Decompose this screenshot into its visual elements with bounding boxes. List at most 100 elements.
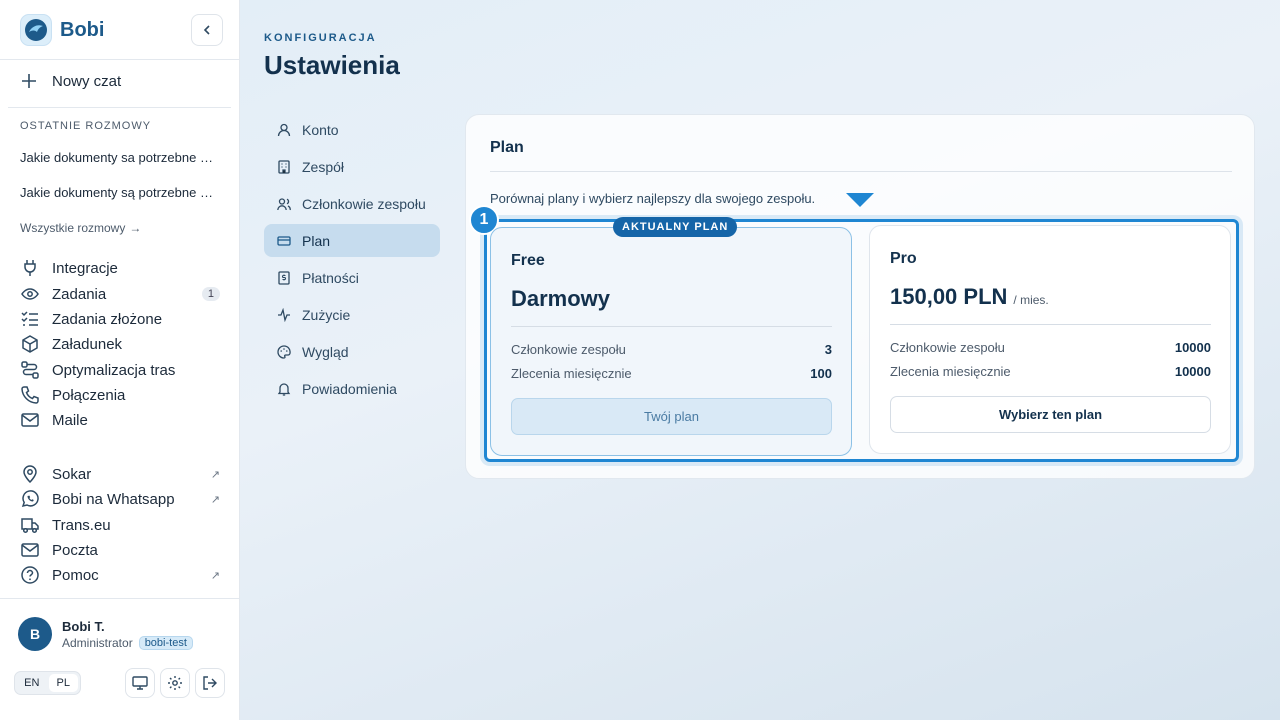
- sidebar-item-label: Pomoc: [52, 566, 99, 584]
- sidebar-item-maile[interactable]: Maile: [20, 409, 220, 431]
- settings-tab-plan[interactable]: Plan: [264, 224, 440, 257]
- eye-icon: [20, 284, 40, 304]
- display-button[interactable]: [125, 668, 155, 698]
- chevron-left-icon: [203, 25, 210, 35]
- price-value: Darmowy: [511, 286, 611, 311]
- arrow-right-icon: →: [129, 221, 142, 235]
- plan-feature-row: Zlecenia miesięcznie 10000: [890, 364, 1211, 379]
- settings-tab-label: Członkowie zespołu: [302, 195, 426, 212]
- divider: [0, 59, 239, 60]
- current-plan-badge: AKTUALNY PLAN: [613, 217, 738, 237]
- feature-value: 10000: [1174, 340, 1211, 355]
- your-plan-button[interactable]: Twój plan: [511, 398, 832, 435]
- settings-tab-wyglad[interactable]: Wygląd: [264, 335, 440, 368]
- palette-icon: [276, 344, 292, 360]
- lang-pl-button[interactable]: PL: [48, 674, 78, 692]
- brand[interactable]: Bobi: [20, 14, 104, 46]
- sidebar-item-polaczenia[interactable]: Połączenia: [20, 384, 220, 406]
- help-icon: [20, 565, 40, 585]
- plan-card-free: AKTUALNY PLAN Free Darmowy Członkowie ze…: [490, 217, 852, 456]
- sidebar-item-label: Bobi na Whatsapp: [52, 490, 175, 508]
- phone-icon: [20, 385, 40, 405]
- feature-value: 100: [810, 366, 832, 381]
- plus-icon: [22, 74, 36, 88]
- settings-tab-platnosci[interactable]: Płatności: [264, 261, 440, 294]
- caret-down-icon: [846, 193, 874, 207]
- recent-chat-item[interactable]: Jakie dokumenty sa potrzebne do przewozu…: [20, 150, 220, 165]
- mail-icon: [20, 540, 40, 560]
- sidebar-item-label: Sokar: [52, 465, 92, 483]
- feature-label: Zlecenia miesięcznie: [890, 364, 1011, 379]
- sidebar-item-label: Połączenia: [52, 386, 126, 404]
- settings-tab-konto[interactable]: Konto: [264, 113, 440, 146]
- settings-tab-powiadomienia[interactable]: Powiadomienia: [264, 372, 440, 405]
- settings-tab-label: Powiadomienia: [302, 380, 397, 397]
- divider: [0, 598, 239, 599]
- sidebar-item-poczta[interactable]: Poczta: [20, 539, 220, 561]
- sidebar-item-label: Zadania złożone: [52, 310, 163, 328]
- plan-price: Darmowy: [511, 286, 610, 312]
- logout-icon: [203, 676, 217, 690]
- truck-icon: [20, 515, 40, 535]
- settings-tab-zespol[interactable]: Zespół: [264, 150, 440, 183]
- sidebar-item-label: Optymalizacja tras: [52, 361, 176, 379]
- settings-tab-label: Zespół: [302, 158, 345, 175]
- sidebar-item-zaladunek[interactable]: Załadunek: [20, 333, 220, 355]
- new-chat-button[interactable]: Nowy czat: [20, 72, 121, 90]
- feature-label: Członkowie zespołu: [890, 340, 1005, 355]
- all-chats-link[interactable]: Wszystkie rozmowy →: [20, 221, 141, 235]
- settings-button[interactable]: [160, 668, 190, 698]
- price-value: 150,00 PLN: [890, 284, 1008, 309]
- logout-button[interactable]: [195, 668, 225, 698]
- user-name: Bobi T.: [62, 618, 105, 634]
- user-role: Administrator: [62, 635, 133, 650]
- sidebar-item-zadania-zlozone[interactable]: Zadania złożone: [20, 308, 220, 330]
- monitor-icon: [132, 676, 148, 690]
- sidebar-item-whatsapp[interactable]: Bobi na Whatsapp ↗: [20, 488, 220, 510]
- settings-tab-zuzycie[interactable]: Zużycie: [264, 298, 440, 331]
- receipt-icon: [276, 270, 292, 286]
- user-profile[interactable]: B Bobi T. Administrator bobi-test: [18, 617, 193, 651]
- page-eyebrow: KONFIGURACJA: [264, 32, 377, 44]
- sidebar-item-zadania[interactable]: Zadania 1: [20, 283, 220, 305]
- settings-tab-label: Plan: [302, 232, 331, 249]
- plan-name: Pro: [890, 250, 917, 267]
- language-switcher: EN PL: [14, 671, 81, 695]
- feature-label: Zlecenia miesięcznie: [511, 366, 632, 381]
- settings-tab-label: Konto: [302, 121, 339, 138]
- whatsapp-icon: [20, 489, 40, 509]
- sidebar-item-label: Maile: [52, 411, 88, 429]
- sidebar-item-sokar[interactable]: Sokar ↗: [20, 463, 220, 485]
- recent-chats-heading: OSTATNIE ROZMOWY: [20, 120, 152, 132]
- plan-panel: Plan Porównaj plany i wybierz najlepszy …: [465, 114, 1255, 479]
- feature-value: 3: [824, 342, 832, 357]
- divider: [8, 107, 231, 108]
- gear-icon: [168, 676, 182, 690]
- settings-tab-label: Wygląd: [302, 343, 349, 360]
- feature-value: 10000: [1174, 364, 1211, 379]
- sidebar-item-trans-eu[interactable]: Trans.eu: [20, 514, 220, 536]
- new-chat-label: Nowy czat: [52, 72, 122, 90]
- collapse-sidebar-button[interactable]: [191, 14, 223, 46]
- panel-description: Porównaj plany i wybierz najlepszy dla s…: [490, 191, 816, 206]
- sidebar-item-pomoc[interactable]: Pomoc ↗: [20, 564, 220, 586]
- sidebar-item-integracje[interactable]: Integracje: [20, 257, 220, 279]
- settings-tab-czlonkowie[interactable]: Członkowie zespołu: [264, 187, 440, 220]
- count-badge: 1: [201, 287, 220, 301]
- choose-plan-button[interactable]: Wybierz ten plan: [890, 396, 1211, 433]
- route-icon: [20, 360, 40, 380]
- external-link-icon: ↗: [210, 468, 220, 481]
- box-icon: [20, 334, 40, 354]
- lang-en-button[interactable]: EN: [17, 674, 47, 692]
- external-link-icon: ↗: [210, 569, 220, 582]
- settings-nav: Konto Zespół Członkowie zespołu Plan Pła…: [264, 113, 440, 409]
- sidebar-item-optymalizacja-tras[interactable]: Optymalizacja tras: [20, 359, 220, 381]
- location-icon: [20, 464, 40, 484]
- sidebar-item-label: Zadania: [52, 285, 107, 303]
- bobi-logo-icon: [20, 14, 52, 46]
- sidebar-item-label: Integracje: [52, 259, 118, 277]
- mail-icon: [20, 410, 40, 430]
- users-icon: [276, 196, 292, 212]
- divider: [890, 324, 1211, 325]
- recent-chat-item[interactable]: Jakie dokumenty są potrzebne do przewozu…: [20, 185, 220, 200]
